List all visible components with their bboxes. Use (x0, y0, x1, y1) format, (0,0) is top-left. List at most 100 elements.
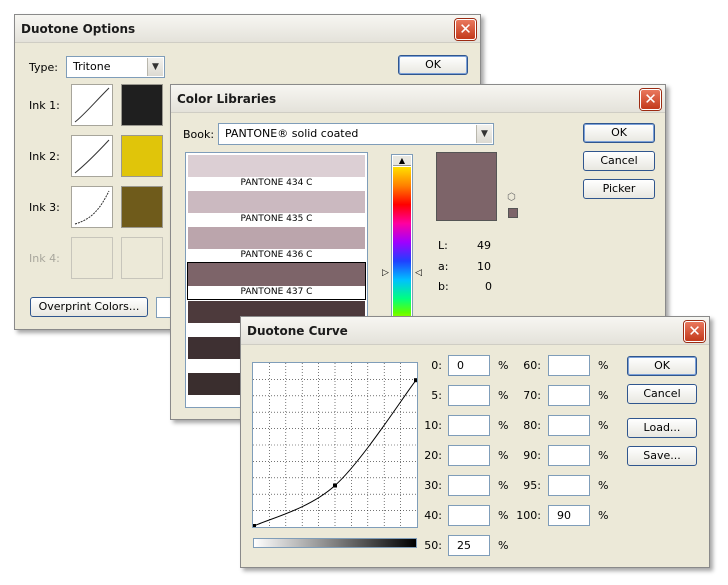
curve-grid (253, 363, 417, 527)
curve-value-input[interactable]: 25 (448, 535, 490, 556)
slider-left-marker-icon[interactable]: ▷ (382, 269, 389, 278)
lab-l-value: 49 (477, 239, 491, 252)
curve-value-input[interactable]: 0 (448, 355, 490, 376)
ink-curve-thumbnail[interactable] (71, 186, 113, 228)
percent-label: % (498, 389, 509, 402)
ink-curve-thumbnail[interactable] (71, 135, 113, 177)
book-label: Book: (183, 128, 215, 141)
percent-label: % (498, 359, 509, 372)
percent-label: % (498, 509, 509, 522)
curve-point[interactable] (333, 483, 337, 488)
ink-label: Ink 3: (29, 201, 60, 214)
ink-color-swatch[interactable] (121, 186, 163, 228)
curve-field-label: 30: (424, 479, 442, 492)
curve-point[interactable] (252, 524, 256, 528)
percent-label: % (498, 419, 509, 432)
curve-field-label: 50: (424, 539, 442, 552)
duotone-options-titlebar[interactable]: Duotone Options ✕ (15, 15, 480, 43)
tone-gradient-bar (253, 538, 417, 548)
overprint-colors-button[interactable]: Overprint Colors... (30, 297, 148, 317)
book-select[interactable]: PANTONE® solid coated ▼ (218, 123, 494, 145)
ink-curve-thumbnail[interactable] (71, 84, 113, 126)
curve-value-input[interactable] (548, 355, 590, 376)
swatch-name: PANTONE 436 C (188, 249, 365, 262)
percent-label: % (498, 539, 509, 552)
ok-button[interactable]: OK (398, 55, 468, 75)
curve-value-input[interactable] (448, 475, 490, 496)
list-item[interactable]: PANTONE 435 C (188, 191, 365, 226)
close-button[interactable]: ✕ (455, 19, 476, 40)
gamut-warning-cube-icon[interactable]: ⬡ (507, 193, 516, 203)
curve-field-label: 10: (424, 419, 442, 432)
book-select-value: PANTONE® solid coated (225, 127, 359, 140)
slider-right-marker-icon[interactable]: ◁ (415, 269, 422, 278)
percent-label: % (498, 449, 509, 462)
ink-label: Ink 4: (29, 252, 60, 265)
swatch-name: PANTONE 437 C (188, 286, 365, 299)
curve-field-label: 5: (431, 389, 442, 402)
ink-color-swatch[interactable] (121, 84, 163, 126)
lab-a-label: a: (438, 260, 449, 273)
curve-value-input[interactable] (448, 505, 490, 526)
curve-value-input[interactable] (548, 475, 590, 496)
ok-button[interactable]: OK (583, 123, 655, 143)
percent-label: % (598, 419, 609, 432)
curve-field-label: 0: (431, 359, 442, 372)
cancel-button[interactable]: Cancel (583, 151, 655, 171)
picker-button[interactable]: Picker (583, 179, 655, 199)
percent-label: % (598, 359, 609, 372)
gamut-swatch[interactable] (508, 208, 518, 218)
load-button[interactable]: Load... (627, 418, 697, 438)
cancel-button[interactable]: Cancel (627, 384, 697, 404)
ok-button[interactable]: OK (627, 356, 697, 376)
list-item-selected[interactable]: PANTONE 437 C (187, 262, 366, 300)
chevron-down-icon[interactable]: ▼ (476, 125, 492, 143)
curve-value-input[interactable] (448, 445, 490, 466)
duotone-curve-titlebar[interactable]: Duotone Curve ✕ (241, 317, 709, 345)
curve-value-input[interactable]: 90 (548, 505, 590, 526)
curve-thumbnail-graphic (74, 190, 110, 225)
type-select-value: Tritone (73, 60, 111, 73)
curve-value-input[interactable] (448, 415, 490, 436)
lab-a-value: 10 (477, 260, 491, 273)
save-button[interactable]: Save... (627, 446, 697, 466)
curve-value-input[interactable] (548, 385, 590, 406)
close-button[interactable]: ✕ (684, 321, 705, 342)
curve-point[interactable] (414, 378, 418, 383)
swatch-name: PANTONE 435 C (188, 213, 365, 226)
curve-field-label: 95: (523, 479, 541, 492)
percent-label: % (598, 389, 609, 402)
curve-field-label: 70: (523, 389, 541, 402)
curve-value-input[interactable] (548, 445, 590, 466)
swatch-name: PANTONE 434 C (188, 177, 365, 190)
duotone-curve-window: Duotone Curve ✕ OK Cancel Load... Save..… (240, 316, 710, 568)
lab-l-label: L: (438, 239, 448, 252)
color-libraries-titlebar[interactable]: Color Libraries ✕ (171, 85, 665, 113)
curve-field-label: 20: (424, 449, 442, 462)
curve-thumbnail-graphic (74, 139, 110, 174)
swatch-chip (188, 227, 365, 249)
type-label: Type: (29, 61, 58, 74)
chevron-down-icon[interactable]: ▼ (147, 58, 163, 76)
ink-color-swatch[interactable] (121, 135, 163, 177)
window-title: Color Libraries (177, 92, 277, 106)
ink-label: Ink 2: (29, 150, 60, 163)
curve-graph[interactable] (252, 362, 418, 528)
curve-field-label: 80: (523, 419, 541, 432)
curve-field-label: 90: (523, 449, 541, 462)
close-button[interactable]: ✕ (640, 89, 661, 110)
swatch-chip (188, 191, 365, 213)
percent-label: % (598, 479, 609, 492)
list-item[interactable]: PANTONE 434 C (188, 155, 365, 190)
list-item[interactable]: PANTONE 436 C (188, 227, 365, 262)
type-select[interactable]: Tritone ▼ (66, 56, 165, 78)
scroll-up-button[interactable]: ▲ (393, 156, 411, 166)
percent-label: % (498, 479, 509, 492)
curve-field-label: 60: (523, 359, 541, 372)
swatch-chip (188, 155, 365, 177)
ink-curve-thumbnail (71, 237, 113, 279)
lab-b-label: b: (438, 280, 449, 293)
ink-label: Ink 1: (29, 99, 60, 112)
curve-value-input[interactable] (548, 415, 590, 436)
curve-value-input[interactable] (448, 385, 490, 406)
